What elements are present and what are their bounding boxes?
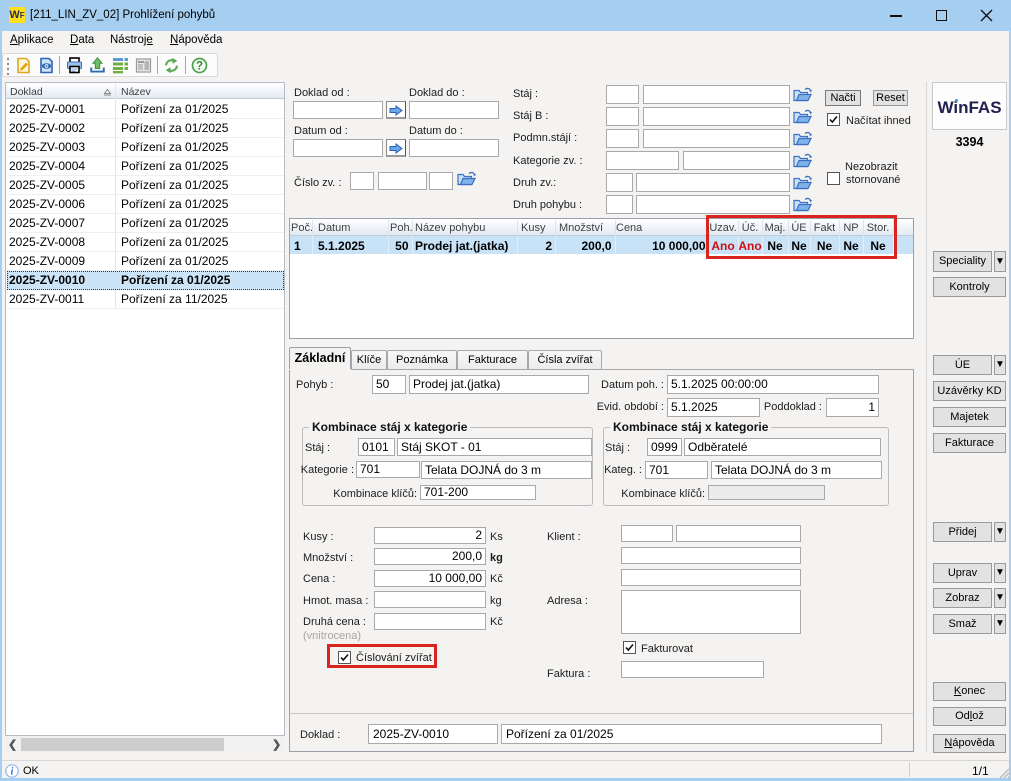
svg-text:i: i [11,767,14,778]
svg-text:?: ? [196,61,203,73]
